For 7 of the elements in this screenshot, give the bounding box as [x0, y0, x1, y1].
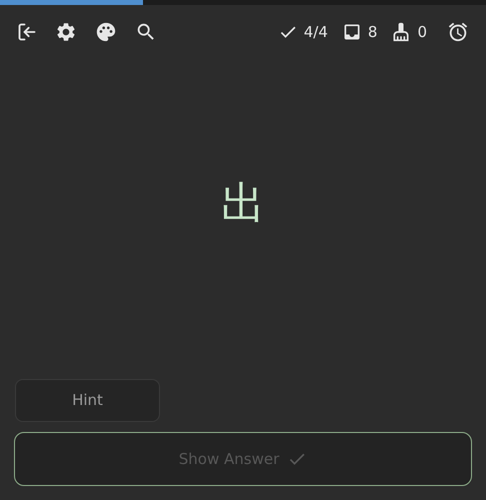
broom-icon [391, 22, 412, 42]
hint-button[interactable]: Hint [15, 379, 160, 422]
stat-count: 0 [417, 22, 427, 43]
stat-count: 4/4 [304, 22, 328, 43]
stat-count: 8 [368, 22, 378, 43]
card-front-text: 出 [221, 182, 265, 226]
inbox-icon [342, 22, 362, 42]
